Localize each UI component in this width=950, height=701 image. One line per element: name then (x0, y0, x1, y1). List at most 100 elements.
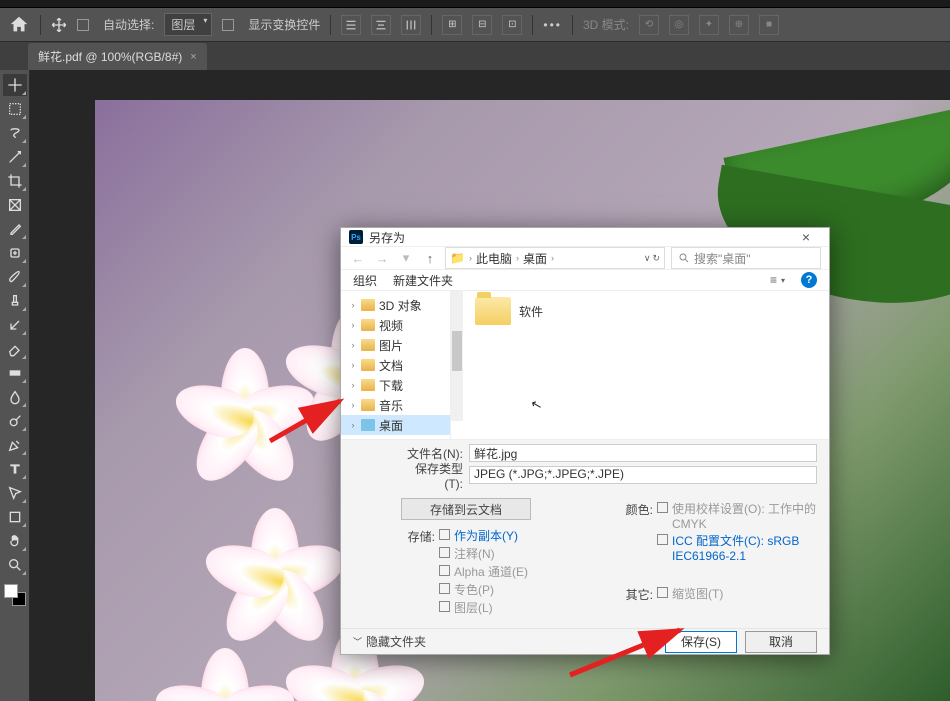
icc-checkbox[interactable] (657, 534, 668, 545)
gradient-tool[interactable] (3, 362, 27, 384)
tree-item-downloads[interactable]: ›下载 (341, 375, 450, 395)
auto-select-label: 自动选择: (103, 16, 154, 33)
nav-forward-icon[interactable]: → (373, 251, 391, 266)
3d-btn-5: ■ (759, 15, 779, 35)
tree-item-desktop[interactable]: ›桌面 (341, 415, 450, 435)
type-tool[interactable] (3, 458, 27, 480)
save-to-cloud-button[interactable]: 存储到云文档 (401, 498, 531, 520)
lasso-tool[interactable] (3, 122, 27, 144)
search-placeholder: 搜索"桌面" (694, 250, 751, 267)
history-brush-tool[interactable] (3, 314, 27, 336)
folder-icon (361, 319, 375, 331)
filename-input[interactable]: 鲜花.jpg (469, 444, 817, 462)
save-as-dialog: Ps 另存为 × ← → ▾ ↑ 📁 › 此电脑 › 桌面 › ∨↻ 搜索"桌面… (340, 227, 830, 655)
breadcrumb-loc[interactable]: 桌面 (523, 250, 547, 267)
organize-menu[interactable]: 组织 (353, 272, 377, 289)
close-icon[interactable]: × (791, 229, 821, 245)
dialog-footer: ﹀ 隐藏文件夹 保存(S) 取消 (341, 628, 829, 654)
breadcrumb-sep: › (469, 253, 472, 263)
align-btn-3[interactable] (401, 15, 421, 35)
distribute-btn[interactable]: ⊞ (442, 15, 462, 35)
layers-checkbox (439, 601, 450, 612)
move-tool-icon[interactable] (51, 17, 67, 33)
dialog-titlebar[interactable]: Ps 另存为 × (341, 228, 829, 246)
home-icon[interactable] (8, 14, 30, 36)
save-options-label: 存储: (401, 526, 435, 545)
tree-item-video[interactable]: ›视频 (341, 315, 450, 335)
distribute-btn-2[interactable]: ⊟ (472, 15, 492, 35)
dialog-toolbar: 组织 新建文件夹 ≡▾ ? (341, 269, 829, 291)
stamp-tool[interactable] (3, 290, 27, 312)
help-icon[interactable]: ? (801, 272, 817, 288)
breadcrumb-sep: › (551, 253, 554, 263)
eyedropper-tool[interactable] (3, 218, 27, 240)
filetype-select[interactable]: JPEG (*.JPG;*.JPEG;*.JPE) (469, 466, 817, 484)
nav-up-icon[interactable]: ↑ (421, 251, 439, 266)
frame-tool[interactable] (3, 194, 27, 216)
breadcrumb-loc[interactable]: 此电脑 (476, 250, 512, 267)
blur-tool[interactable] (3, 386, 27, 408)
save-button[interactable]: 保存(S) (665, 631, 737, 653)
menu-bar[interactable] (0, 0, 950, 8)
color-swatch[interactable] (4, 584, 26, 606)
nav-recent-icon[interactable]: ▾ (397, 250, 415, 266)
folder-item[interactable]: 软件 (475, 297, 543, 320)
show-transform-label: 显示变换控件 (248, 16, 320, 33)
marquee-tool[interactable] (3, 98, 27, 120)
more-options[interactable]: ••• (543, 18, 562, 32)
folder-icon (361, 359, 375, 371)
hand-tool[interactable] (3, 530, 27, 552)
spot-checkbox (439, 583, 450, 594)
zoom-tool[interactable] (3, 554, 27, 576)
ps-icon: Ps (349, 230, 363, 244)
align-btn-2[interactable] (371, 15, 391, 35)
3d-btn-2: ◎ (669, 15, 689, 35)
options-bar: 自动选择: 图层 显示变换控件 ⊞ ⊟ ⊡ ••• 3D 模式: ⟲ ◎ ✦ ⊕… (0, 8, 950, 42)
tree-item-music[interactable]: ›音乐 (341, 395, 450, 415)
tree-item-3d[interactable]: ›3D 对象 (341, 295, 450, 315)
brush-tool[interactable] (3, 266, 27, 288)
dialog-options: 存储到云文档 存储: 作为副本(Y) 注释(N) Alpha 通道(E) 专色(… (341, 492, 829, 628)
tab-close-icon[interactable]: × (190, 51, 196, 63)
auto-select-checkbox[interactable] (77, 19, 89, 31)
scroll-thumb[interactable] (452, 331, 462, 371)
layer-dropdown[interactable]: 图层 (164, 13, 212, 36)
hide-folders-toggle[interactable]: ﹀ 隐藏文件夹 (353, 633, 426, 650)
tree-item-documents[interactable]: ›文档 (341, 355, 450, 375)
heal-tool[interactable] (3, 242, 27, 264)
folder-icon: 📁 (450, 251, 465, 265)
cancel-button[interactable]: 取消 (745, 631, 817, 653)
align-btn[interactable] (341, 15, 361, 35)
view-menu[interactable]: ≡▾ (770, 273, 785, 287)
shape-tool[interactable] (3, 506, 27, 528)
path-tool[interactable] (3, 482, 27, 504)
divider (532, 15, 533, 35)
breadcrumb[interactable]: 📁 › 此电脑 › 桌面 › ∨↻ (445, 247, 665, 269)
copy-checkbox[interactable] (439, 529, 450, 540)
document-tab[interactable]: 鲜花.pdf @ 100%(RGB/8#) × (28, 43, 207, 70)
folder-content[interactable]: 软件 ↖ (451, 291, 829, 439)
scrollbar[interactable] (451, 291, 463, 421)
eraser-tool[interactable] (3, 338, 27, 360)
nav-back-icon[interactable]: ← (349, 251, 367, 266)
dialog-fields: 文件名(N): 鲜花.jpg 保存类型(T): JPEG (*.JPG;*.JP… (341, 439, 829, 492)
toolbox (0, 70, 30, 701)
color-options-label: 颜色: (619, 499, 653, 518)
nav-tree: ›3D 对象 ›视频 ›图片 ›文档 ›下载 ›音乐 ›桌面 (341, 291, 451, 439)
crop-tool[interactable] (3, 170, 27, 192)
divider (330, 15, 331, 35)
folder-label: 软件 (519, 303, 543, 320)
tree-item-pictures[interactable]: ›图片 (341, 335, 450, 355)
search-input[interactable]: 搜索"桌面" (671, 247, 821, 269)
cursor-icon: ↖ (529, 396, 544, 414)
foreground-color[interactable] (4, 584, 18, 598)
notes-checkbox (439, 547, 450, 558)
dodge-tool[interactable] (3, 410, 27, 432)
show-transform-checkbox[interactable] (222, 19, 234, 31)
breadcrumb-dropdown[interactable]: ∨↻ (644, 253, 660, 264)
wand-tool[interactable] (3, 146, 27, 168)
pen-tool[interactable] (3, 434, 27, 456)
new-folder-button[interactable]: 新建文件夹 (393, 272, 453, 289)
move-tool[interactable] (3, 74, 27, 96)
distribute-btn-3[interactable]: ⊡ (502, 15, 522, 35)
